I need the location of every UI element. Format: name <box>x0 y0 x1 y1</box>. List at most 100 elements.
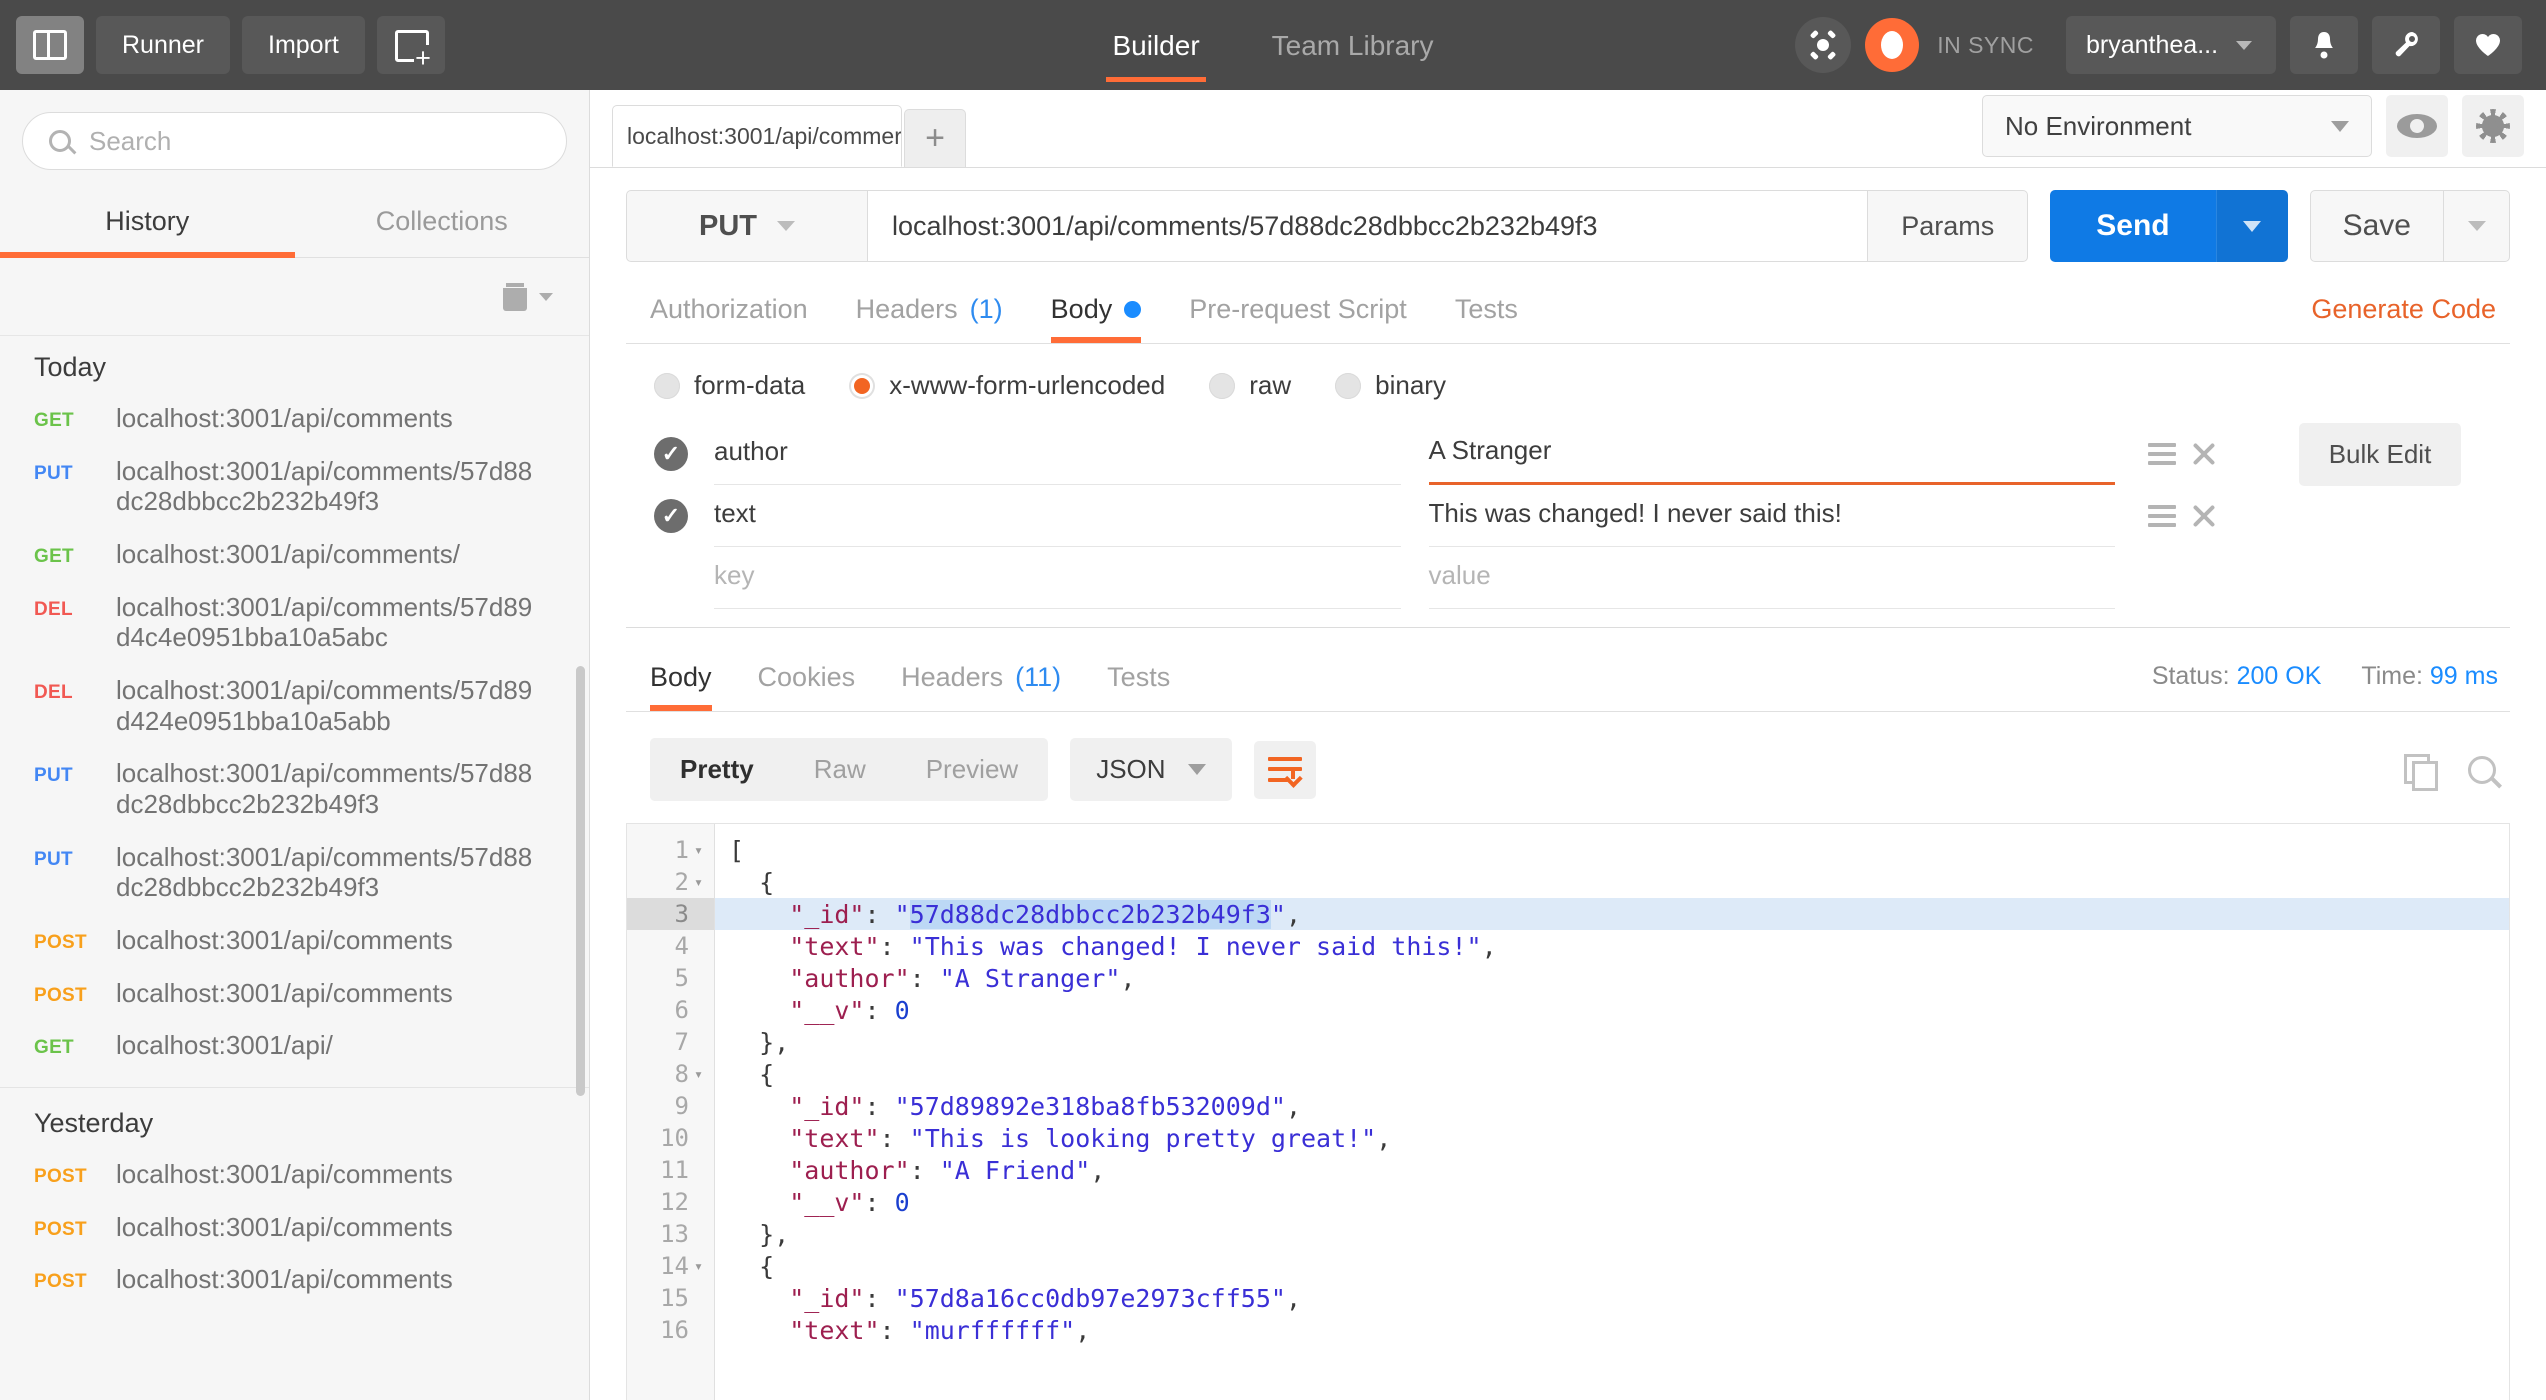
tab-builder[interactable]: Builder <box>1106 8 1205 82</box>
param-value-input[interactable]: This was changed! I never said this! <box>1429 485 2116 547</box>
bulk-edit-button[interactable]: Bulk Edit <box>2299 423 2462 486</box>
url-input[interactable]: localhost:3001/api/comments/57d88dc28dbb… <box>868 190 1868 262</box>
param-key-input[interactable]: author <box>714 423 1401 485</box>
word-wrap-button[interactable] <box>1254 741 1316 799</box>
param-enabled-checkbox[interactable] <box>654 437 688 471</box>
runner-button[interactable]: Runner <box>96 16 230 74</box>
history-list[interactable]: TodayGETlocalhost:3001/api/commentsPUTlo… <box>0 336 589 1400</box>
code-token: "A Stranger" <box>940 964 1121 993</box>
method-select[interactable]: PUT <box>626 190 868 262</box>
history-item-url: localhost:3001/api/comments/ <box>116 539 460 570</box>
search-box[interactable] <box>22 112 567 170</box>
send-options-button[interactable] <box>2216 190 2288 262</box>
history-item[interactable]: PUTlocalhost:3001/api/comments/57d88dc28… <box>0 446 589 529</box>
save-button[interactable]: Save <box>2310 190 2444 262</box>
settings-wrench-button[interactable] <box>2372 16 2440 74</box>
heart-icon <box>2474 31 2502 59</box>
line-number-value: 8 <box>675 1060 689 1088</box>
history-item-url: localhost:3001/api/comments <box>116 1264 453 1295</box>
history-item[interactable]: POSTlocalhost:3001/api/comments <box>0 915 589 968</box>
header-right-group: IN SYNC bryanthea... <box>1795 16 2546 74</box>
chevron-down-icon <box>777 221 795 231</box>
code-token: , <box>1286 1284 1301 1313</box>
request-tab-count: (1) <box>970 294 1003 325</box>
view-mode-raw[interactable]: Raw <box>784 738 896 801</box>
save-options-button[interactable] <box>2444 190 2510 262</box>
environment-select[interactable]: No Environment <box>1982 95 2372 157</box>
user-menu-button[interactable]: bryanthea... <box>2066 16 2276 74</box>
request-tab-body[interactable]: Body <box>1051 294 1142 343</box>
history-item[interactable]: GETlocalhost:3001/api/ <box>0 1020 589 1073</box>
response-tab-tests[interactable]: Tests <box>1107 662 1170 711</box>
response-tab-body[interactable]: Body <box>650 662 712 711</box>
view-mode-pretty[interactable]: Pretty <box>650 738 784 801</box>
sidebar-scrollbar[interactable] <box>576 666 585 1096</box>
request-tab-pre-request-script[interactable]: Pre-request Script <box>1189 294 1407 343</box>
indent <box>729 1124 789 1153</box>
tab-team-library[interactable]: Team Library <box>1266 8 1440 82</box>
environment-quick-look-button[interactable] <box>2386 95 2448 157</box>
fold-toggle-icon[interactable]: ▾ <box>694 1065 706 1083</box>
view-mode-preview[interactable]: Preview <box>896 738 1048 801</box>
request-tab-open[interactable]: localhost:3001/api/commer <box>612 105 902 167</box>
history-item[interactable]: POSTlocalhost:3001/api/comments <box>0 1254 589 1307</box>
param-remove-icon[interactable] <box>2190 440 2218 468</box>
chevron-down-icon[interactable] <box>539 293 553 301</box>
search-input[interactable] <box>89 126 540 157</box>
sidebar-tab-collections[interactable]: Collections <box>295 184 590 257</box>
add-request-tab-button[interactable]: + <box>904 109 966 167</box>
param-value-input[interactable]: A Stranger <box>1429 423 2116 485</box>
body-type-form-data[interactable]: form-data <box>654 370 805 401</box>
history-item[interactable]: GETlocalhost:3001/api/comments/ <box>0 529 589 582</box>
history-item[interactable]: GETlocalhost:3001/api/comments <box>0 393 589 446</box>
line-number-value: 4 <box>675 932 689 960</box>
request-tab-authorization[interactable]: Authorization <box>650 294 808 343</box>
copy-icon[interactable] <box>2404 754 2434 786</box>
notifications-button[interactable] <box>2290 16 2358 74</box>
sidebar-toggle-button[interactable] <box>16 16 84 74</box>
code-token: { <box>759 1060 774 1089</box>
line-number: 11 <box>627 1154 714 1186</box>
param-edit-list-icon[interactable] <box>2148 505 2176 527</box>
history-item[interactable]: DELlocalhost:3001/api/comments/57d89d424… <box>0 665 589 748</box>
code-token: "A Friend" <box>940 1156 1091 1185</box>
body-type-raw[interactable]: raw <box>1209 370 1291 401</box>
favorites-button[interactable] <box>2454 16 2522 74</box>
history-item[interactable]: POSTlocalhost:3001/api/comments <box>0 1202 589 1255</box>
import-button[interactable]: Import <box>242 16 365 74</box>
param-key-input[interactable]: key <box>714 547 1401 609</box>
request-tab-headers[interactable]: Headers(1) <box>856 294 1003 343</box>
sync-orbit-icon[interactable] <box>1865 18 1919 72</box>
history-item[interactable]: POSTlocalhost:3001/api/comments <box>0 1149 589 1202</box>
search-icon[interactable] <box>2468 756 2496 784</box>
trash-icon[interactable] <box>503 283 527 311</box>
body-type-x-www-form-urlencoded[interactable]: x-www-form-urlencoded <box>849 370 1165 401</box>
history-item[interactable]: DELlocalhost:3001/api/comments/57d89d4c4… <box>0 582 589 665</box>
new-tab-button[interactable] <box>377 16 445 74</box>
fold-toggle-icon[interactable]: ▾ <box>694 873 706 891</box>
sidebar-tab-history[interactable]: History <box>0 184 295 257</box>
body-type-binary[interactable]: binary <box>1335 370 1446 401</box>
response-tab-cookies[interactable]: Cookies <box>758 662 856 711</box>
save-group: Save <box>2310 190 2510 262</box>
send-button[interactable]: Send <box>2050 190 2215 262</box>
param-enabled-checkbox[interactable] <box>654 499 688 533</box>
param-edit-list-icon[interactable] <box>2148 443 2176 465</box>
history-item[interactable]: PUTlocalhost:3001/api/comments/57d88dc28… <box>0 748 589 831</box>
response-tab-headers[interactable]: Headers(11) <box>901 662 1061 711</box>
params-button[interactable]: Params <box>1868 190 2028 262</box>
param-remove-icon[interactable] <box>2190 502 2218 530</box>
param-value-input[interactable]: value <box>1429 547 2116 609</box>
generate-code-link[interactable]: Generate Code <box>2311 294 2510 343</box>
response-tab-label: Tests <box>1107 662 1170 693</box>
history-item[interactable]: POSTlocalhost:3001/api/comments <box>0 968 589 1021</box>
fold-toggle-icon[interactable]: ▾ <box>694 1257 706 1275</box>
response-body-viewer[interactable]: 1▾2▾345678▾91011121314▾1516 [ { "_id": "… <box>626 823 2510 1400</box>
request-tab-tests[interactable]: Tests <box>1455 294 1518 343</box>
format-select[interactable]: JSON <box>1070 738 1231 801</box>
fold-toggle-icon[interactable]: ▾ <box>694 841 706 859</box>
history-item[interactable]: PUTlocalhost:3001/api/comments/57d88dc28… <box>0 832 589 915</box>
param-key-input[interactable]: text <box>714 485 1401 547</box>
interceptor-button[interactable] <box>1795 17 1851 73</box>
environment-settings-button[interactable] <box>2462 95 2524 157</box>
